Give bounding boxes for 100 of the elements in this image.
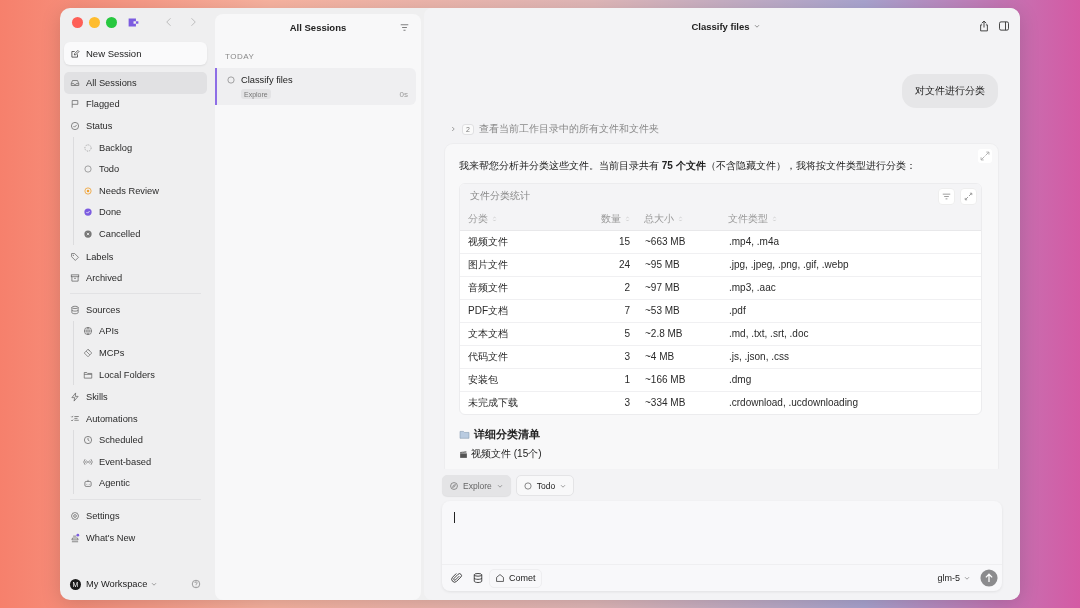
clapperboard-icon (459, 449, 468, 459)
sidebar-toggle-icon[interactable] (998, 20, 1010, 32)
checklist-icon (70, 413, 80, 424)
user-message: 对文件进行分类 (902, 74, 998, 108)
sidebar-item[interactable]: All Sessions (64, 72, 207, 94)
workspace-switcher[interactable]: My Workspace (86, 579, 159, 589)
zoom-button[interactable] (106, 16, 117, 28)
caret-icon (752, 22, 761, 30)
broadcast-icon (83, 456, 93, 467)
expand-icon[interactable] (960, 187, 977, 205)
sidebar-item[interactable]: Scheduled (77, 429, 207, 452)
circle-icon (83, 164, 93, 175)
table-cell: .md, .txt, .srt, .doc (729, 328, 809, 339)
circle-icon (522, 480, 533, 491)
folder-icon (83, 369, 93, 380)
compass-icon (449, 480, 459, 491)
table-cell: 3 (624, 351, 630, 362)
table-cell: .dmg (729, 374, 752, 385)
folder-icon (459, 429, 470, 440)
sidebar-item[interactable]: Done (77, 201, 207, 224)
filter-icon[interactable] (399, 21, 410, 33)
sidebar-item[interactable]: Labels (64, 245, 207, 268)
circle-icon (226, 75, 236, 85)
archive-box-icon (70, 273, 80, 284)
sidebar-item[interactable]: MCPs (77, 342, 207, 364)
table-title: 文件分类统计 (470, 189, 530, 203)
table-cell: ~2.8 MB (645, 328, 683, 339)
filter-icon[interactable] (938, 187, 955, 205)
sidebar-item[interactable]: Todo (77, 158, 207, 180)
table-cell: .js, .json, .css (729, 351, 789, 362)
caret-icon (963, 574, 971, 582)
edit-icon (70, 48, 80, 59)
robot-icon (83, 478, 93, 489)
table-cell: ~95 MB (645, 259, 680, 270)
answer-text: 我来帮您分析并分类这些文件。当前目录共有 75 个文件（不含隐藏文件），我将按文件类型进行分类： (459, 159, 917, 173)
share-icon[interactable] (978, 20, 990, 32)
sidebar-item[interactable]: Archived (64, 267, 207, 289)
check-circle-icon (70, 121, 80, 131)
expand-icon[interactable] (978, 149, 992, 163)
clock-icon (83, 435, 93, 446)
text-cursor (454, 512, 455, 523)
table-cell: 3 (624, 397, 630, 408)
sidebar-item[interactable]: Automations (64, 407, 207, 430)
sidebar-item[interactable]: Event-based (77, 451, 207, 473)
stack-icon (70, 532, 80, 543)
table-cell: 音频文件 (468, 282, 508, 293)
sidebar-item[interactable]: Flagged (64, 93, 207, 116)
x-circle-icon (83, 228, 93, 239)
globe-icon (83, 326, 93, 337)
paperclip-icon[interactable] (451, 572, 463, 584)
source-button[interactable]: Comet (489, 568, 542, 588)
session-title: Classify files (241, 75, 293, 85)
table-cell: .crdownload, .ucdownloading (729, 397, 858, 408)
sidebar-item[interactable]: Status (64, 115, 207, 137)
table-cell: 文本文档 (468, 328, 508, 339)
sidebar-item[interactable]: What's New (64, 526, 207, 549)
chat-title-button[interactable]: Classify files (691, 20, 761, 32)
panel-title: All Sessions (289, 21, 347, 33)
table-cell: .mp3, .aac (729, 282, 776, 293)
database-icon (70, 304, 80, 315)
minimize-button[interactable] (89, 16, 100, 28)
sidebar-item[interactable]: Needs Review (77, 179, 207, 202)
close-button[interactable] (72, 16, 83, 28)
table-cell: .jpg, .jpeg, .png, .gif, .webp (729, 259, 849, 270)
caret-icon (150, 580, 159, 588)
help-icon[interactable] (191, 579, 201, 589)
sort-icon (492, 215, 497, 223)
house-icon (495, 573, 505, 583)
table-cell: 视频文件 (468, 236, 508, 247)
table-cell: 5 (624, 328, 630, 339)
tag-icon (70, 251, 80, 262)
mode-chip[interactable]: Todo (515, 475, 575, 496)
step-text: 查看当前工作目录中的所有文件和文件夹 (478, 122, 659, 136)
table-cell: 图片文件 (468, 259, 508, 270)
sidebar-item[interactable]: APIs (77, 320, 207, 343)
table-cell: ~166 MB (645, 374, 686, 385)
send-button[interactable] (980, 569, 998, 587)
table-cell: 24 (618, 259, 630, 270)
model-selector[interactable]: glm-5 (937, 573, 971, 583)
mode-chip[interactable]: Explore (442, 475, 511, 496)
sidebar-item[interactable]: Local Folders (77, 363, 207, 386)
sidebar-item[interactable]: Skills (64, 386, 207, 408)
sidebar-item[interactable]: Cancelled (77, 223, 207, 245)
sort-icon (772, 215, 777, 223)
message-input-box[interactable]: Comet glm-5 (442, 501, 1002, 591)
table-cell: 安装包 (468, 374, 498, 385)
inbox-icon (70, 77, 80, 88)
database-icon[interactable] (472, 572, 484, 584)
new-session-button[interactable]: New Session (64, 42, 207, 65)
table-cell: 2 (624, 282, 630, 293)
sidebar-item[interactable]: Backlog (77, 136, 207, 159)
table-cell: ~97 MB (645, 282, 680, 293)
chevron-icon (449, 125, 457, 133)
sidebar-item[interactable]: Settings (64, 505, 207, 527)
table-cell: 代码文件 (468, 351, 508, 362)
table-cell: .pdf (729, 305, 746, 316)
sidebar-item[interactable]: Sources (64, 298, 207, 321)
dashed-circle-icon (83, 142, 93, 153)
table-cell: .mp4, .m4a (729, 236, 780, 247)
sidebar-item[interactable]: Agentic (77, 472, 207, 495)
